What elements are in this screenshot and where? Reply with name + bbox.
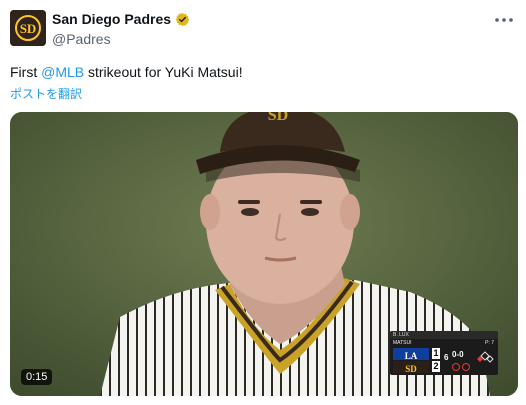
svg-text:SD: SD [20, 21, 37, 36]
svg-text:LA: LA [405, 351, 418, 361]
translate-post-link[interactable]: ポストを翻訳 [10, 85, 82, 102]
scorebug-pitcher-row: MATSUI P: 7 [390, 339, 498, 347]
ball-strike-count: 0-0 [452, 350, 464, 359]
out-dot [462, 363, 470, 371]
video-duration-badge: 0:15 [21, 369, 53, 385]
scorebug-pitcher-name: MATSUI [393, 340, 412, 346]
handle[interactable]: @Padres [52, 31, 111, 47]
bases-diamond-icon [476, 350, 494, 368]
tweet-text: First @MLB strikeout for YuKi Matsui! [10, 64, 243, 80]
scorebug: B. LUX MATSUI P: 7 LA SD 1 2 6 0-0 [390, 331, 498, 375]
more-horizontal-icon[interactable] [494, 10, 514, 30]
verified-badge-icon[interactable] [175, 12, 190, 27]
scorebug-pitch-count: P: 7 [485, 340, 494, 346]
outs-indicator [452, 363, 470, 371]
svg-text:SD: SD [268, 112, 288, 124]
dodgers-logo-icon: LA [393, 348, 429, 361]
home-score: 2 [432, 361, 440, 372]
tweet-text-after: strikeout for YuKi Matsui! [84, 64, 243, 80]
out-dot [452, 363, 460, 371]
video-player[interactable]: SD 0:15 B. LUX MATSUI P: 7 LA SD 1 2 6 0… [10, 112, 518, 396]
padres-logo-icon: SD [393, 361, 429, 374]
away-score: 1 [432, 348, 440, 359]
scorebug-top-label: B. LUX [390, 331, 498, 339]
avatar[interactable]: SD [10, 10, 46, 46]
tweet-text-before: First [10, 64, 42, 80]
display-name[interactable]: San Diego Padres [52, 11, 171, 27]
padres-sd-logo-icon: SD [10, 10, 46, 46]
svg-text:SD: SD [405, 364, 417, 374]
mention-link[interactable]: @MLB [41, 64, 84, 80]
inning: 6 [444, 353, 449, 362]
